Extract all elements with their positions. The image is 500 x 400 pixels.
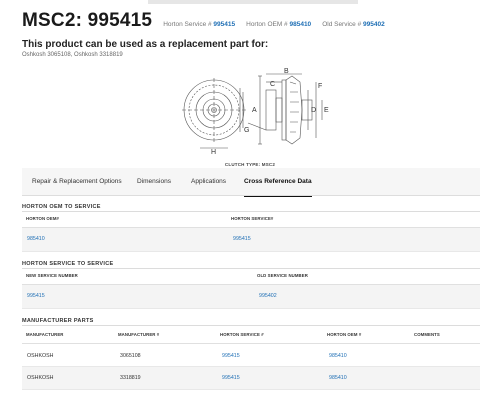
page-title: MSC2: 995415 <box>22 10 153 31</box>
horton-oem-label: Horton OEM # <box>246 21 290 28</box>
horton-service-link[interactable]: 995415 <box>213 21 235 28</box>
horton-service-label: Horton Service # <box>163 21 214 28</box>
table-row: 995415 995402 <box>22 285 480 309</box>
replacement-subtitle: This product can be used as a replacemen… <box>22 39 269 50</box>
old-service-number-link[interactable]: 995402 <box>259 293 277 299</box>
horton-oem-number-link[interactable]: 985410 <box>329 353 347 359</box>
dim-label-g: G <box>244 127 249 134</box>
dim-label-c: C <box>270 81 275 88</box>
manufacturer-parts-table: MANUFACTURER MANUFACTURER # HORTON SERVI… <box>22 326 480 390</box>
col-horton-service: HORTON SERVICE# <box>231 216 274 221</box>
tab-dimensions[interactable]: Dimensions <box>137 168 171 196</box>
dim-label-d: D <box>311 107 316 114</box>
table-header-row: MANUFACTURER MANUFACTURER # HORTON SERVI… <box>22 326 480 344</box>
applications-list: Oshkosh 3065108, Oshkosh 3318819 <box>22 52 123 58</box>
dim-label-f: F <box>318 83 322 90</box>
horton-service-ref: Horton Service # 995415 <box>163 21 235 28</box>
tab-cross-reference[interactable]: Cross Reference Data <box>244 168 312 197</box>
dim-label-a: A <box>252 107 257 114</box>
product-header: MSC2: 995415 Horton Service # 995415 Hor… <box>22 10 492 34</box>
service-to-service-table: NEW SERVICE NUMBER OLD SERVICE NUMBER 99… <box>22 269 480 309</box>
col-horton-service-number: HORTON SERVICE # <box>220 332 264 337</box>
manufacturer-number: 3065108 <box>120 353 141 359</box>
dim-label-h: H <box>211 149 216 156</box>
manufacturer-parts-title: MANUFACTURER PARTS <box>22 318 94 324</box>
table-row: OSHKOSH 3318819 995415 985410 <box>22 367 480 390</box>
table-header-row: NEW SERVICE NUMBER OLD SERVICE NUMBER <box>22 269 480 285</box>
table-header-row: HORTON OEM# HORTON SERVICE# <box>22 212 480 228</box>
service-to-service-title: HORTON SERVICE TO SERVICE <box>22 261 114 267</box>
col-old-service: OLD SERVICE NUMBER <box>257 273 308 278</box>
col-new-service: NEW SERVICE NUMBER <box>26 273 78 278</box>
manufacturer-name: OSHKOSH <box>27 375 54 381</box>
dim-label-e: E <box>324 107 329 114</box>
col-horton-oem-number: HORTON OEM # <box>327 332 362 337</box>
old-service-label: Old Service # <box>322 21 364 28</box>
col-horton-oem: HORTON OEM# <box>26 216 60 221</box>
old-service-link[interactable]: 995402 <box>363 21 385 28</box>
horton-service-number-link[interactable]: 995415 <box>222 375 240 381</box>
horton-oem-ref: Horton OEM # 985410 <box>246 21 311 28</box>
tab-bar: Repair & Replacement Options Dimensions … <box>22 168 480 197</box>
horton-oem-number-link[interactable]: 985410 <box>329 375 347 381</box>
tab-applications[interactable]: Applications <box>191 168 226 196</box>
col-comments: COMMENTS <box>414 332 440 337</box>
oem-to-service-title: HORTON OEM TO SERVICE <box>22 204 101 210</box>
table-row: 985410 995415 <box>22 228 480 252</box>
old-service-ref: Old Service # 995402 <box>322 21 385 28</box>
dim-label-b: B <box>284 68 289 75</box>
clutch-diagram: A B C D E F G H <box>182 68 329 156</box>
top-bar <box>148 0 358 4</box>
new-service-link[interactable]: 995415 <box>27 293 45 299</box>
oem-number-link[interactable]: 985410 <box>27 236 45 242</box>
col-manufacturer-number: MANUFACTURER # <box>118 332 160 337</box>
horton-service-number-link[interactable]: 995415 <box>222 353 240 359</box>
service-number-link[interactable]: 995415 <box>233 236 251 242</box>
horton-oem-link[interactable]: 985410 <box>289 21 311 28</box>
tab-repair-replacement[interactable]: Repair & Replacement Options <box>32 168 122 196</box>
table-row: OSHKOSH 3065108 995415 985410 <box>22 344 480 367</box>
manufacturer-number: 3318819 <box>120 375 141 381</box>
clutch-type-caption: CLUTCH TYPE: MSC2 <box>224 162 276 167</box>
col-manufacturer: MANUFACTURER <box>26 332 64 337</box>
manufacturer-name: OSHKOSH <box>27 353 54 359</box>
oem-to-service-table: HORTON OEM# HORTON SERVICE# 985410 99541… <box>22 212 480 252</box>
